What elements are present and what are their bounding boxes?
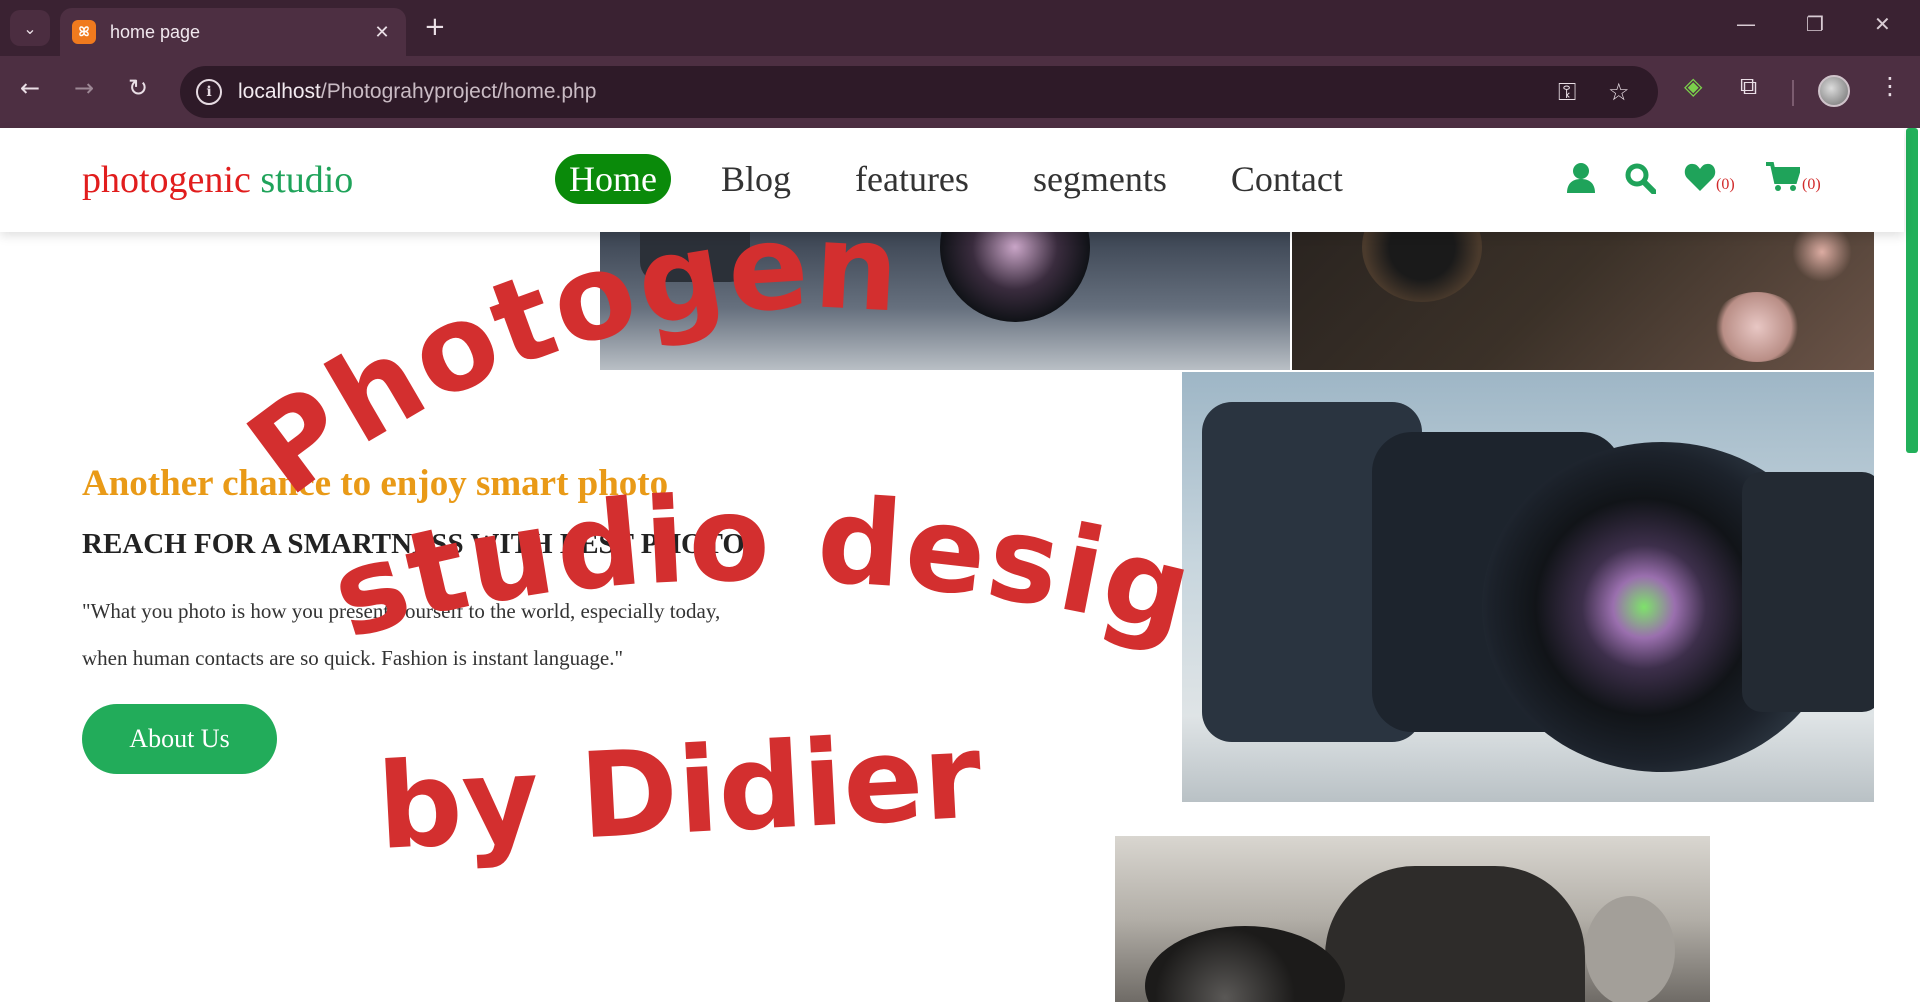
hero-photo-photographer [1115,836,1710,1002]
new-tab-plus-icon[interactable]: + [424,12,446,42]
hero-headline: REACH FOR A SMARTNESS WITH BEST PHOTOS [82,528,762,560]
profile-avatar[interactable] [1818,75,1850,107]
watermark-line3: by Didier [374,707,984,876]
restore-icon[interactable]: ❐ [1806,12,1824,36]
main-nav: Home Blog features segments Contact [555,154,1393,204]
forward-arrow-icon[interactable]: → [74,74,94,102]
hero-photo-camera-lens [1182,372,1874,802]
cart-count: (0) [1802,176,1821,193]
url-host: localhost [238,80,321,103]
address-bar[interactable]: i localhost/Photograhyproject/home.php ⚿… [180,66,1658,118]
reload-icon[interactable]: ↻ [128,74,148,102]
hero-quote: "What you photo is how you present yours… [82,588,842,682]
wishlist-count: (0) [1716,176,1735,193]
hero-quote-line2: when human contacts are so quick. Fashio… [82,646,624,670]
nav-segments[interactable]: segments [1019,154,1181,204]
bookmark-star-icon[interactable]: ☆ [1608,78,1630,106]
wishlist-heart-icon[interactable] [1684,162,1716,200]
user-icon[interactable] [1566,162,1596,202]
extensions-puzzle-icon[interactable]: ⧉ [1740,72,1757,100]
tab-title: home page [110,21,201,42]
cart-icon[interactable] [1766,162,1802,200]
back-arrow-icon[interactable]: ← [20,74,40,102]
hero-photo-flowers [1292,232,1874,370]
site-info-icon[interactable]: i [196,79,222,105]
browser-toolbar: ← → ↻ i localhost/Photograhyproject/home… [0,56,1920,128]
browser-tabstrip: ⌄ ꕤ home page ✕ + — ❐ ✕ [0,0,1920,56]
hero-photo-cameras-top [600,232,1290,370]
url-text: localhost/Photograhyproject/home.php [238,80,596,104]
toolbar-divider [1792,80,1794,106]
nav-features[interactable]: features [841,154,983,204]
password-key-icon[interactable]: ⚿ [1558,78,1576,106]
minimize-icon[interactable]: — [1736,12,1756,36]
logo-word-photogenic: photogenic [82,159,251,201]
site-header: photogenic studio Home Blog features seg… [0,128,1904,232]
search-icon[interactable] [1624,162,1657,202]
page-scrollbar-thumb[interactable] [1906,128,1918,453]
site-logo[interactable]: photogenic studio [82,158,353,202]
menu-kebab-icon[interactable]: ⋮ [1878,72,1902,100]
logo-word-studio: studio [260,159,354,201]
hero-tagline: Another chance to enjoy smart photo [82,463,669,504]
tab-close-icon[interactable]: ✕ [370,22,394,43]
nav-blog[interactable]: Blog [707,154,805,204]
extension-color-icon[interactable]: ◈ [1684,72,1702,100]
about-us-button[interactable]: About Us [82,704,277,774]
browser-tab[interactable]: ꕤ home page ✕ [60,8,406,56]
xampp-favicon-icon: ꕤ [72,20,96,44]
tab-search-chevron-icon[interactable]: ⌄ [10,10,50,46]
hero-quote-line1: "What you photo is how you present yours… [82,599,721,623]
window-close-icon[interactable]: ✕ [1874,12,1891,36]
nav-home[interactable]: Home [555,154,671,204]
nav-contact[interactable]: Contact [1217,154,1357,204]
url-path: /Photograhyproject/home.php [320,80,597,103]
